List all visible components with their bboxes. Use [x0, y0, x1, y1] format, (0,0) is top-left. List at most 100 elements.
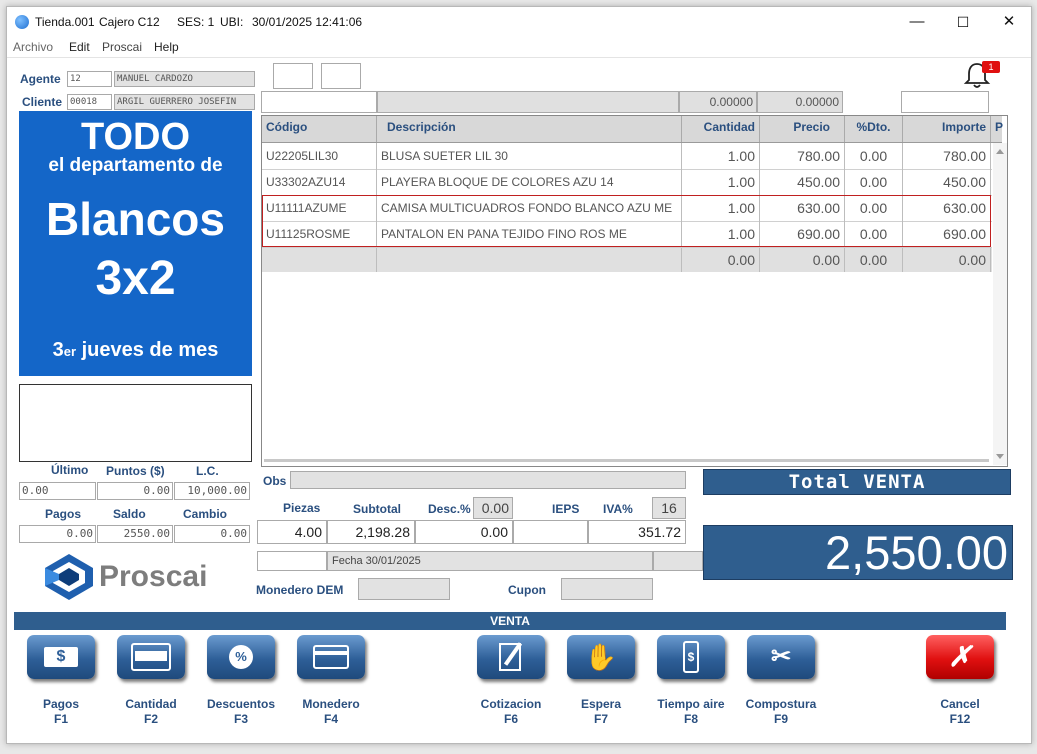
- cell-qty: 1.00: [682, 221, 760, 247]
- col-importe[interactable]: Importe: [903, 116, 991, 142]
- descuentos-f3-button[interactable]: % Descuentos F3: [205, 635, 277, 727]
- table-row[interactable]: U11125ROSME PANTALON EN PANA TEJIDO FINO…: [262, 221, 992, 248]
- title-bar: Tienda.001 Cajero C12 SES: 1 UBI: 30/01/…: [7, 7, 1031, 37]
- agent-code-field[interactable]: 12: [67, 71, 112, 87]
- horizontal-scrollbar[interactable]: [264, 459, 989, 462]
- sum-importe: 0.00: [903, 248, 991, 272]
- banner-line-todo: TODO: [80, 116, 191, 158]
- scan-input[interactable]: [261, 91, 377, 113]
- menu-bar: Archivo Edit Proscai Help: [7, 37, 1031, 58]
- sum-qty: 0.00: [682, 248, 760, 272]
- col-p[interactable]: P: [991, 116, 1007, 142]
- descuentos-label-btn: Descuentos: [206, 697, 276, 711]
- fecha-aux-field[interactable]: [257, 551, 327, 571]
- monedero-field[interactable]: [358, 578, 450, 600]
- client-notes-box: [19, 384, 252, 462]
- menu-help[interactable]: Help: [154, 40, 179, 54]
- cell-price: 630.00: [760, 195, 845, 221]
- scroll-down-icon[interactable]: [996, 454, 1004, 459]
- pagos-f1-button[interactable]: $ Pagos F1: [25, 635, 97, 727]
- ultimo-label: Último: [51, 463, 89, 477]
- minimize-button[interactable]: —: [895, 11, 939, 33]
- table-row[interactable]: U33302AZU14 PLAYERA BLOQUE DE COLORES AZ…: [262, 169, 992, 196]
- compostura-f9-button[interactable]: ✂ Compostura F9: [745, 635, 817, 727]
- pagos-label: Pagos: [45, 507, 82, 521]
- card-icon: [297, 635, 365, 679]
- desc-label: Desc.%: [428, 502, 471, 516]
- mode-bar: VENTA: [14, 612, 1006, 630]
- cell-price: 450.00: [760, 169, 845, 195]
- proscai-logo-text: Proscai: [99, 560, 208, 593]
- f3-key: F3: [233, 712, 248, 726]
- lc-label: L.C.: [196, 464, 219, 478]
- obs-field[interactable]: [290, 471, 686, 489]
- scroll-up-icon[interactable]: [996, 149, 1004, 154]
- cell-price: 780.00: [760, 143, 845, 169]
- iva-pct-value: 16: [652, 497, 686, 519]
- table-row[interactable]: U22205LIL30 BLUSA SUETER LIL 30 1.00 780…: [262, 143, 992, 170]
- maximize-button[interactable]: ☐: [941, 11, 985, 33]
- aux-box-2[interactable]: [321, 63, 361, 89]
- cancel-x-icon: ✗: [926, 635, 994, 679]
- cell-dto: 0.00: [845, 143, 903, 169]
- monedero-f4-button[interactable]: Monedero F4: [295, 635, 367, 727]
- piezas-label: Piezas: [283, 501, 321, 515]
- ieps-label: IEPS: [552, 502, 580, 516]
- f9-key: F9: [773, 712, 788, 726]
- col-descripcion[interactable]: Descripción: [377, 116, 682, 142]
- menu-archivo[interactable]: Archivo: [13, 40, 53, 54]
- cupon-label: Cupon: [508, 583, 546, 597]
- sum-dto: 0.00: [845, 248, 903, 272]
- cell-importe: 450.00: [903, 169, 991, 195]
- f2-key: F2: [143, 712, 158, 726]
- cell-importe: 690.00: [903, 221, 991, 247]
- table-row[interactable]: U11111AZUME CAMISA MULTICUADROS FONDO BL…: [262, 195, 992, 222]
- cantidad-label-btn: Cantidad: [125, 697, 177, 711]
- product-grid[interactable]: Código Descripción Cantidad Precio %Dto.…: [261, 115, 1008, 467]
- descuento-value: 0.00: [415, 520, 513, 544]
- proscai-logo: Proscai: [41, 552, 231, 602]
- cotizacion-f6-button[interactable]: Cotizacion F6: [475, 635, 547, 727]
- client-label: Cliente: [22, 95, 63, 109]
- tiempo-aire-f8-button[interactable]: $ Tiempo aire F8: [655, 635, 727, 727]
- banner-line-jueves: 3er jueves de mes: [19, 339, 252, 362]
- ubi-label: UBI:: [220, 15, 244, 29]
- aux-input[interactable]: [901, 91, 989, 113]
- f4-key: F4: [323, 712, 338, 726]
- notification-area[interactable]: 1: [962, 61, 1002, 91]
- cell-empty: [262, 248, 377, 272]
- piezas-value: 4.00: [257, 520, 327, 544]
- espera-f7-button[interactable]: ✋ Espera F7: [565, 635, 637, 727]
- menu-edit[interactable]: Edit: [69, 40, 90, 54]
- cell-code: U11111AZUME: [262, 195, 377, 221]
- col-precio[interactable]: Precio: [760, 116, 845, 142]
- cell-code: U33302AZU14: [262, 169, 377, 195]
- cell-dto: 0.00: [845, 169, 903, 195]
- cupon-field[interactable]: [561, 578, 653, 600]
- col-codigo[interactable]: Código: [262, 116, 377, 142]
- aux-box-1[interactable]: [273, 63, 313, 89]
- hand-stop-icon: ✋: [567, 635, 635, 679]
- col-dto[interactable]: %Dto.: [845, 116, 903, 142]
- close-button[interactable]: ✕: [987, 11, 1031, 33]
- cashier-name: Cajero C12: [99, 15, 160, 29]
- cell-dto: 0.00: [845, 221, 903, 247]
- f12-key: F12: [949, 712, 971, 726]
- puntos-label: Puntos ($): [106, 464, 165, 478]
- top-value-2: 0.00000: [757, 91, 843, 113]
- cash-icon: $: [27, 635, 95, 679]
- cantidad-f2-button[interactable]: Cantidad F2: [115, 635, 187, 727]
- cell-desc: BLUSA SUETER LIL 30: [377, 143, 682, 169]
- client-code-field[interactable]: 00018: [67, 94, 112, 110]
- col-cantidad[interactable]: Cantidad: [682, 116, 760, 142]
- vertical-scrollbar[interactable]: [993, 143, 1007, 465]
- cell-qty: 1.00: [682, 143, 760, 169]
- menu-proscai[interactable]: Proscai: [102, 40, 142, 54]
- quote-edit-icon: [477, 635, 545, 679]
- title-datetime: 30/01/2025 12:41:06: [252, 15, 363, 29]
- banner-jueves-ordinal: er: [63, 344, 77, 359]
- cancel-f12-button[interactable]: ✗ Cancel F12: [924, 635, 996, 727]
- cell-price: 690.00: [760, 221, 845, 247]
- f1-key: F1: [53, 712, 68, 726]
- puntos-value: 0.00: [97, 482, 173, 500]
